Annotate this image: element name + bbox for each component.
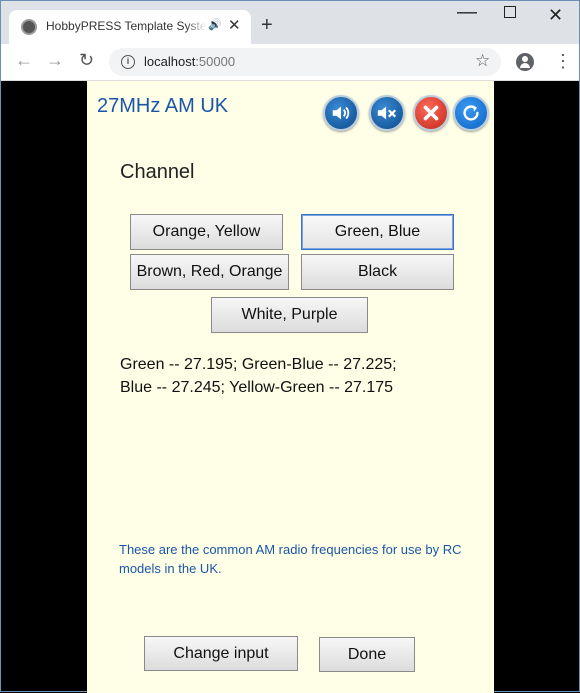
new-tab-icon[interactable]: +: [261, 14, 273, 37]
page-title: 27MHz AM UK: [97, 95, 229, 117]
change-input-button[interactable]: Change input: [144, 636, 298, 671]
close-icon: [423, 105, 439, 121]
mute-button[interactable]: [369, 95, 405, 131]
volume-button[interactable]: [323, 95, 359, 131]
frequency-list: Green -- 27.195; Green-Blue -- 27.225; B…: [120, 353, 480, 399]
browser-tab[interactable]: HobbyPRESS Template System 🔊 ✕: [9, 10, 251, 44]
mute-icon: [377, 106, 397, 120]
url-text: localhost:50000: [144, 54, 236, 69]
channel-label: Channel: [120, 161, 195, 183]
menu-icon[interactable]: ⋮: [554, 51, 572, 72]
close-button[interactable]: [413, 95, 449, 131]
url-field[interactable]: i localhost:50000 ☆: [109, 48, 501, 76]
refresh-button[interactable]: [453, 95, 489, 131]
profile-icon[interactable]: [516, 53, 534, 71]
forward-icon[interactable]: →: [46, 50, 64, 71]
frequency-line: Green -- 27.195; Green-Blue -- 27.225;: [120, 356, 397, 373]
favicon-icon: [21, 19, 37, 35]
bookmark-star-icon[interactable]: ☆: [475, 51, 490, 71]
channel-option-black[interactable]: Black: [301, 254, 454, 290]
back-icon[interactable]: ←: [15, 50, 33, 71]
tab-title: HobbyPRESS Template System: [46, 19, 206, 33]
window-close-icon[interactable]: ✕: [548, 5, 563, 26]
tab-close-icon[interactable]: ✕: [228, 16, 241, 34]
reload-icon[interactable]: ↻: [79, 50, 94, 71]
maximize-icon[interactable]: [504, 6, 516, 18]
channel-option-brown-red-orange[interactable]: Brown, Red, Orange: [130, 254, 289, 290]
channel-option-white-purple[interactable]: White, Purple: [211, 297, 368, 333]
address-bar: ← → ↻ i localhost:50000 ☆ ⋮: [1, 44, 579, 81]
done-button[interactable]: Done: [319, 637, 415, 672]
frequency-line: Blue -- 27.245; Yellow-Green -- 27.175: [120, 379, 394, 396]
tab-audio-icon[interactable]: 🔊: [208, 18, 222, 31]
info-note: These are the common AM radio frequencie…: [119, 542, 462, 576]
channel-option-green-blue[interactable]: Green, Blue: [301, 214, 454, 250]
channel-option-orange-yellow[interactable]: Orange, Yellow: [130, 214, 283, 250]
refresh-icon: [463, 105, 479, 121]
app-page: 27MHz AM UK Channel Orange, Yellow Green…: [87, 81, 494, 693]
info-icon[interactable]: i: [121, 55, 135, 69]
browser-window: HobbyPRESS Template System 🔊 ✕ + — ✕ ← →…: [0, 0, 580, 693]
volume-icon: [332, 106, 350, 120]
tab-strip: HobbyPRESS Template System 🔊 ✕ + — ✕: [1, 1, 579, 44]
minimize-icon[interactable]: —: [457, 1, 477, 24]
